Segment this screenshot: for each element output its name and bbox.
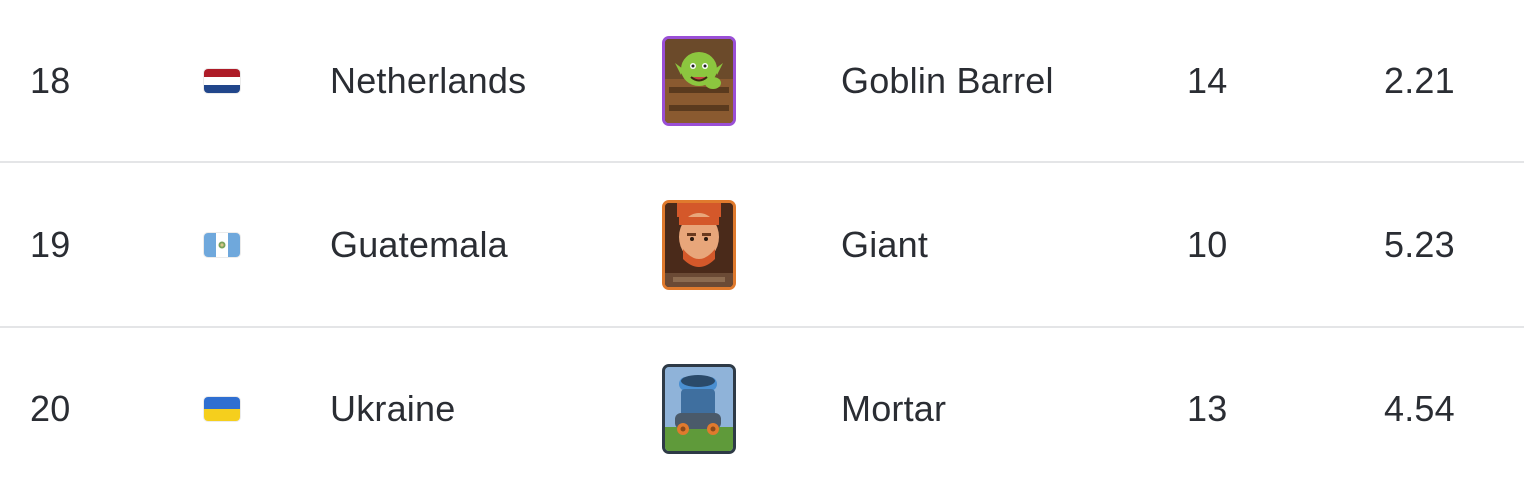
country-name: Guatemala	[330, 223, 508, 265]
elixir-value: 2.21	[1384, 59, 1455, 101]
goblin-barrel-card-icon[interactable]	[662, 35, 736, 126]
card-name[interactable]: Giant	[841, 163, 928, 326]
rank-cell: 19	[30, 223, 71, 265]
card-cell	[662, 328, 736, 490]
giant-card-icon[interactable]	[662, 199, 736, 290]
guatemala-flag-icon	[204, 232, 240, 257]
card-cell	[662, 163, 736, 326]
table-row[interactable]: 20 Ukraine Mortar 13 4.54	[0, 328, 1524, 490]
card-cell	[662, 0, 736, 161]
rank-cell: 20	[30, 388, 71, 429]
flag-cell	[204, 163, 240, 326]
giant-art	[665, 202, 733, 287]
country-name: Ukraine	[330, 388, 456, 429]
table-row[interactable]: 19 Guatemala Giant 10 5.23	[0, 163, 1524, 326]
netherlands-flag-icon	[204, 68, 240, 93]
elixir-value: 5.23	[1384, 223, 1455, 265]
ukraine-flag-icon	[204, 397, 240, 421]
country-name: Netherlands	[330, 59, 527, 101]
elixir-value: 4.54	[1384, 388, 1455, 429]
table-row[interactable]: 18 Netherlands Goblin Barrel 14 2.21	[0, 0, 1524, 161]
rank-cell: 18	[30, 59, 71, 101]
mortar-card-icon[interactable]	[662, 364, 736, 454]
flag-cell	[204, 328, 240, 490]
card-name[interactable]: Mortar	[841, 328, 946, 490]
flag-cell	[204, 0, 240, 161]
leaderboard-table: 18 Netherlands Goblin Barrel 14 2.21 19 …	[0, 0, 1524, 490]
level-value: 13	[1187, 388, 1228, 429]
mortar-art	[665, 367, 733, 451]
level-value: 10	[1187, 223, 1228, 265]
card-name[interactable]: Goblin Barrel	[841, 0, 1054, 161]
level-value: 14	[1187, 59, 1228, 101]
goblin-barrel-art	[665, 38, 733, 123]
